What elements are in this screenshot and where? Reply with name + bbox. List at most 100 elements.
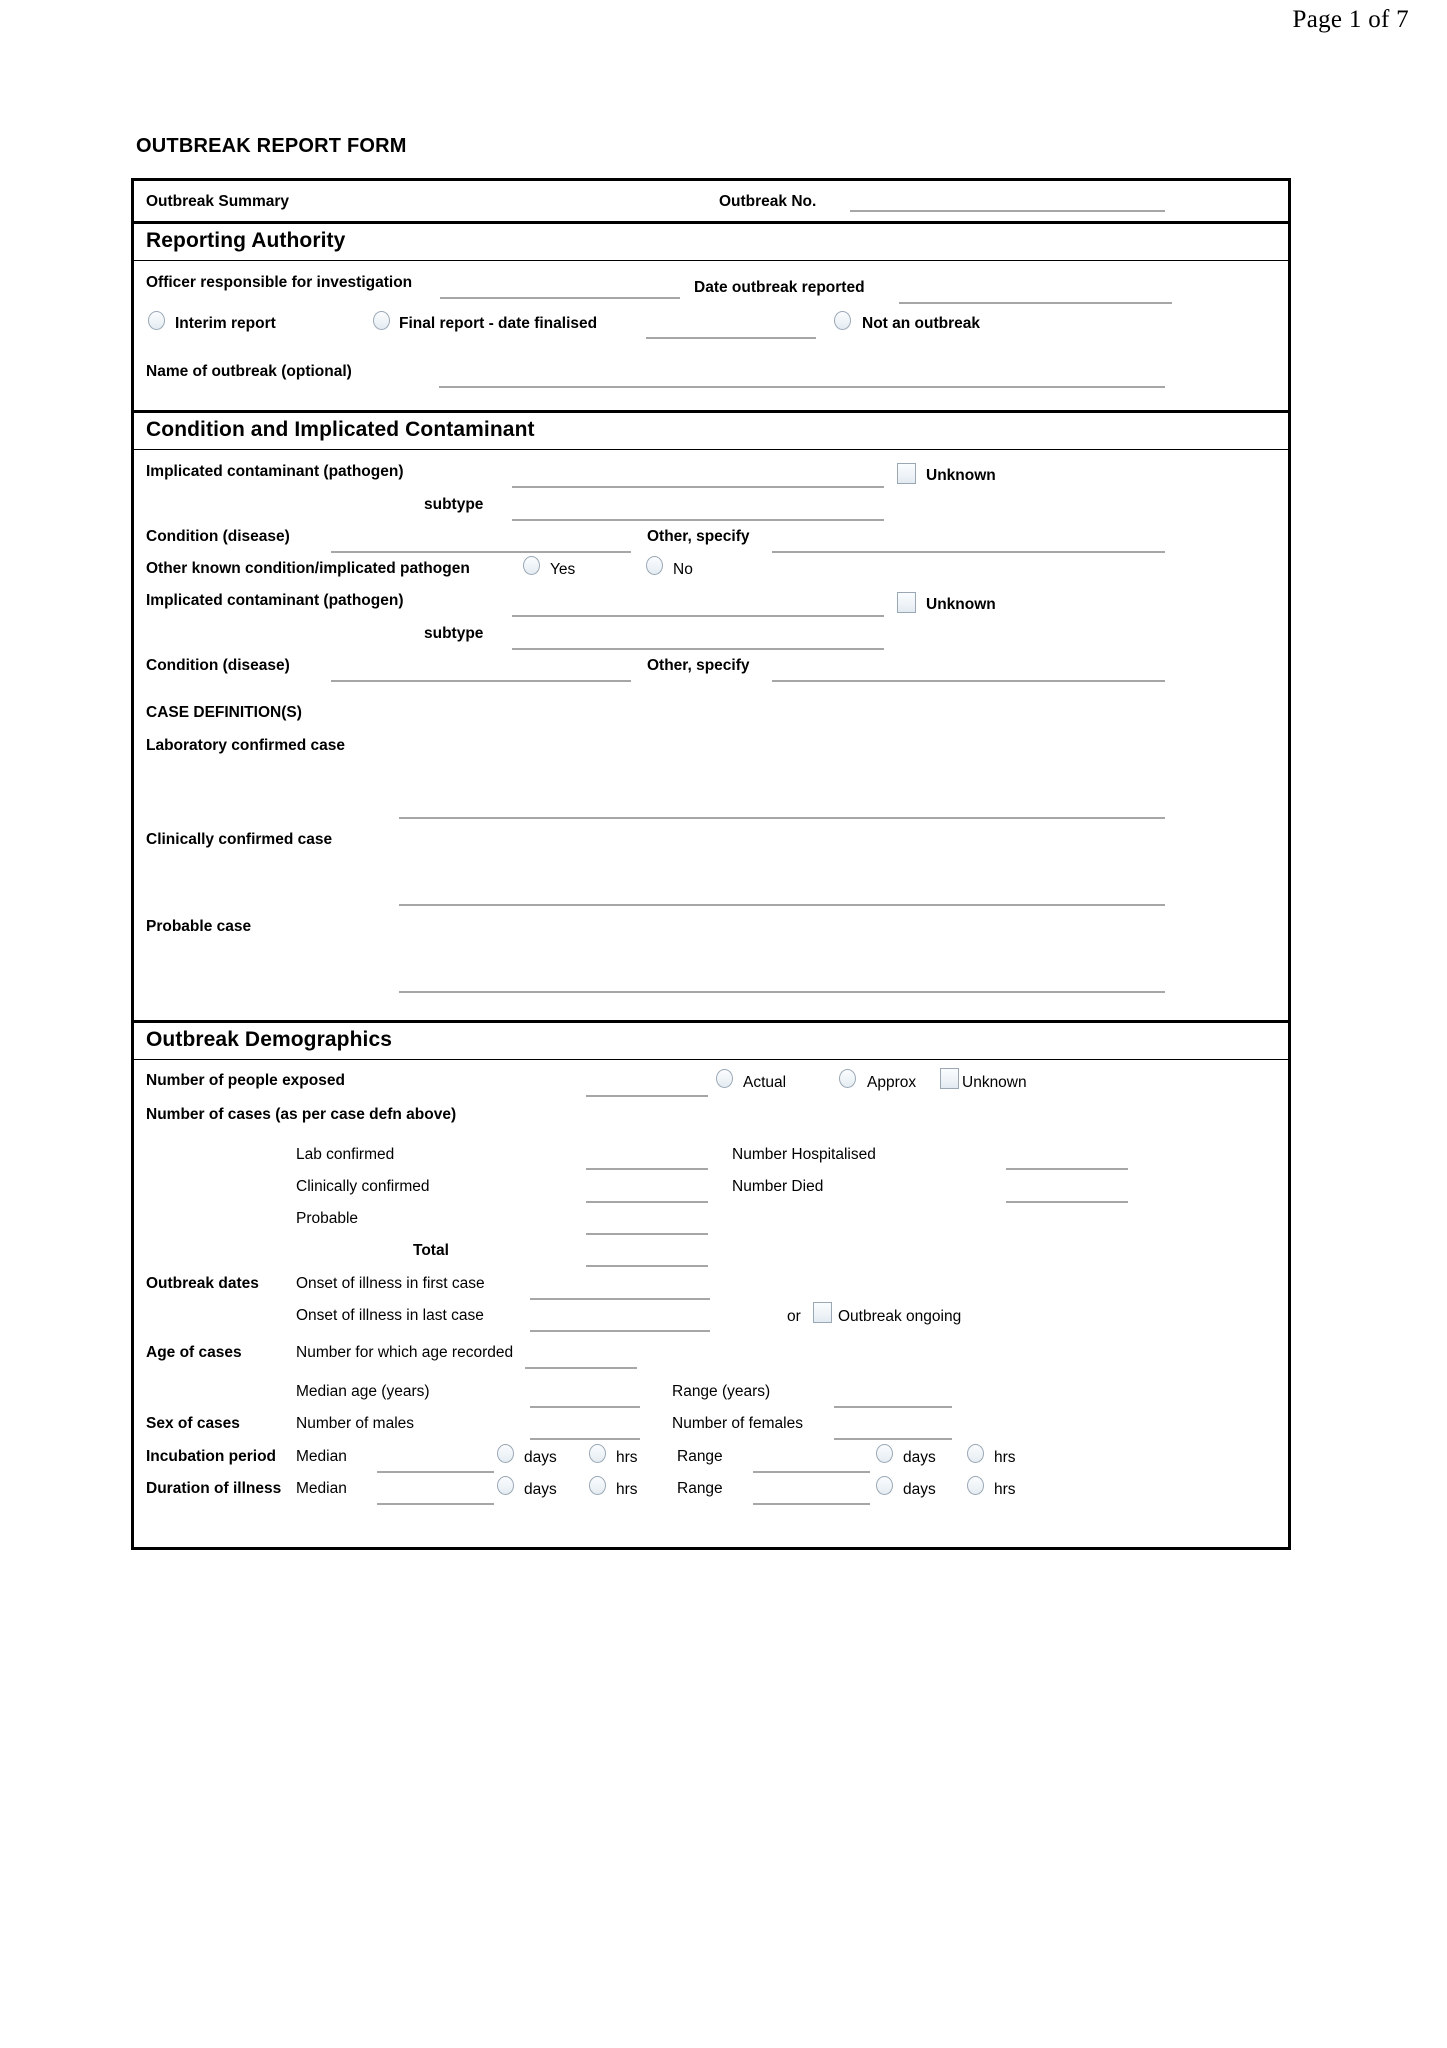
contaminant-unknown-label-2: Unknown (926, 596, 996, 613)
incubation-median-input[interactable] (377, 1471, 494, 1473)
subtype-input-1[interactable] (512, 519, 884, 521)
clinically-confirmed-case-input[interactable] (399, 904, 1165, 906)
exposed-actual-label: Actual (743, 1074, 787, 1091)
reporting-authority-title: Reporting Authority (146, 229, 346, 252)
radio-duration-median-hrs[interactable] (589, 1476, 606, 1495)
date-outbreak-reported-input[interactable] (899, 302, 1172, 304)
condition-disease-input-2[interactable] (331, 680, 631, 682)
total-input[interactable] (586, 1265, 708, 1267)
other-specify-input-2[interactable] (772, 680, 1165, 682)
subtype-label-1: subtype (424, 496, 484, 513)
number-age-recorded-input[interactable] (525, 1367, 637, 1369)
duration-median-input[interactable] (377, 1503, 494, 1505)
number-people-exposed-input[interactable] (586, 1095, 708, 1097)
number-of-males-input[interactable] (530, 1438, 640, 1440)
section-condition-body: Implicated contaminant (pathogen) Unknow… (134, 450, 1288, 1023)
officer-responsible-input[interactable] (440, 297, 680, 299)
radio-other-known-yes[interactable] (523, 556, 540, 575)
name-of-outbreak-input[interactable] (439, 386, 1165, 388)
checkbox-contaminant-unknown-1[interactable] (897, 463, 916, 484)
number-of-cases-label: Number of cases (as per case defn above) (146, 1106, 457, 1123)
contaminant-unknown-label-1: Unknown (926, 467, 996, 484)
condition-disease-label-2: Condition (disease) (146, 657, 290, 674)
case-definitions-heading: CASE DEFINITION(S) (146, 704, 302, 721)
duration-median-hrs-label: hrs (616, 1481, 638, 1498)
age-of-cases-label: Age of cases (146, 1344, 242, 1361)
incubation-range-hrs-label: hrs (994, 1449, 1016, 1466)
checkbox-contaminant-unknown-2[interactable] (897, 592, 916, 613)
condition-disease-label-1: Condition (disease) (146, 528, 290, 545)
incubation-period-label: Incubation period (146, 1448, 277, 1465)
number-age-recorded-label: Number for which age recorded (296, 1344, 514, 1361)
probable-case-input[interactable] (399, 991, 1165, 993)
probable-case-label: Probable case (146, 918, 252, 935)
subtype-input-2[interactable] (512, 648, 884, 650)
checkbox-outbreak-ongoing[interactable] (813, 1302, 832, 1323)
clinically-confirmed-input[interactable] (586, 1201, 708, 1203)
onset-last-case-label: Onset of illness in last case (296, 1307, 484, 1324)
lab-confirmed-label: Lab confirmed (296, 1146, 395, 1163)
radio-duration-median-days[interactable] (497, 1476, 514, 1495)
checkbox-exposed-unknown[interactable] (940, 1068, 959, 1089)
number-of-females-input[interactable] (834, 1438, 952, 1440)
name-of-outbreak-label: Name of outbreak (optional) (146, 363, 352, 380)
date-outbreak-reported-label: Date outbreak reported (694, 279, 865, 296)
incubation-median-label: Median (296, 1448, 347, 1465)
laboratory-confirmed-case-label: Laboratory confirmed case (146, 737, 345, 754)
duration-of-illness-label: Duration of illness (146, 1480, 282, 1497)
incubation-range-input[interactable] (753, 1471, 870, 1473)
onset-first-case-input[interactable] (530, 1298, 710, 1300)
section-reporting-authority-body: Officer responsible for investigation Da… (134, 261, 1288, 413)
radio-incubation-median-hrs[interactable] (589, 1444, 606, 1463)
clinically-confirmed-label: Clinically confirmed (296, 1178, 430, 1195)
implicated-contaminant-label-2: Implicated contaminant (pathogen) (146, 592, 404, 609)
or-label: or (787, 1308, 801, 1325)
duration-range-input[interactable] (753, 1503, 870, 1505)
median-age-label: Median age (years) (296, 1383, 430, 1400)
interim-report-label: Interim report (175, 315, 276, 332)
condition-disease-input-1[interactable] (331, 551, 631, 553)
onset-last-case-input[interactable] (530, 1330, 710, 1332)
not-an-outbreak-label: Not an outbreak (862, 315, 980, 332)
radio-exposed-actual[interactable] (716, 1069, 733, 1088)
laboratory-confirmed-case-input[interactable] (399, 817, 1165, 819)
incubation-median-hrs-label: hrs (616, 1449, 638, 1466)
outbreak-report-form: Outbreak Summary Outbreak No. Reporting … (131, 178, 1291, 1550)
incubation-range-label: Range (677, 1448, 723, 1465)
outbreak-ongoing-label: Outbreak ongoing (838, 1308, 962, 1325)
probable-input[interactable] (586, 1233, 708, 1235)
number-died-input[interactable] (1006, 1201, 1128, 1203)
radio-not-an-outbreak[interactable] (834, 311, 851, 330)
implicated-contaminant-input-2[interactable] (512, 615, 884, 617)
radio-other-known-no[interactable] (646, 556, 663, 575)
incubation-median-days-label: days (524, 1449, 557, 1466)
median-age-input[interactable] (530, 1406, 640, 1408)
page-title: OUTBREAK REPORT FORM (136, 135, 407, 157)
duration-range-hrs-label: hrs (994, 1481, 1016, 1498)
section-outbreak-summary: Outbreak Summary Outbreak No. (134, 181, 1288, 224)
lab-confirmed-input[interactable] (586, 1168, 708, 1170)
outbreak-no-input[interactable] (850, 210, 1165, 212)
onset-first-case-label: Onset of illness in first case (296, 1275, 485, 1292)
range-years-label: Range (years) (672, 1383, 771, 1400)
radio-final-report[interactable] (373, 311, 390, 330)
exposed-approx-label: Approx (867, 1074, 917, 1091)
clinically-confirmed-case-label: Clinically confirmed case (146, 831, 333, 848)
radio-exposed-approx[interactable] (839, 1069, 856, 1088)
implicated-contaminant-input-1[interactable] (512, 486, 884, 488)
other-specify-input-1[interactable] (772, 551, 1165, 553)
date-finalised-input[interactable] (646, 337, 816, 339)
range-years-input[interactable] (834, 1406, 952, 1408)
other-known-no-label: No (673, 561, 693, 578)
radio-incubation-range-hrs[interactable] (967, 1444, 984, 1463)
radio-interim-report[interactable] (148, 311, 165, 330)
number-hospitalised-label: Number Hospitalised (732, 1146, 876, 1163)
number-of-females-label: Number of females (672, 1415, 803, 1432)
number-hospitalised-input[interactable] (1006, 1168, 1128, 1170)
radio-duration-range-days[interactable] (876, 1476, 893, 1495)
radio-duration-range-hrs[interactable] (967, 1476, 984, 1495)
radio-incubation-range-days[interactable] (876, 1444, 893, 1463)
final-report-label: Final report - date finalised (399, 315, 598, 332)
duration-range-label: Range (677, 1480, 723, 1497)
radio-incubation-median-days[interactable] (497, 1444, 514, 1463)
